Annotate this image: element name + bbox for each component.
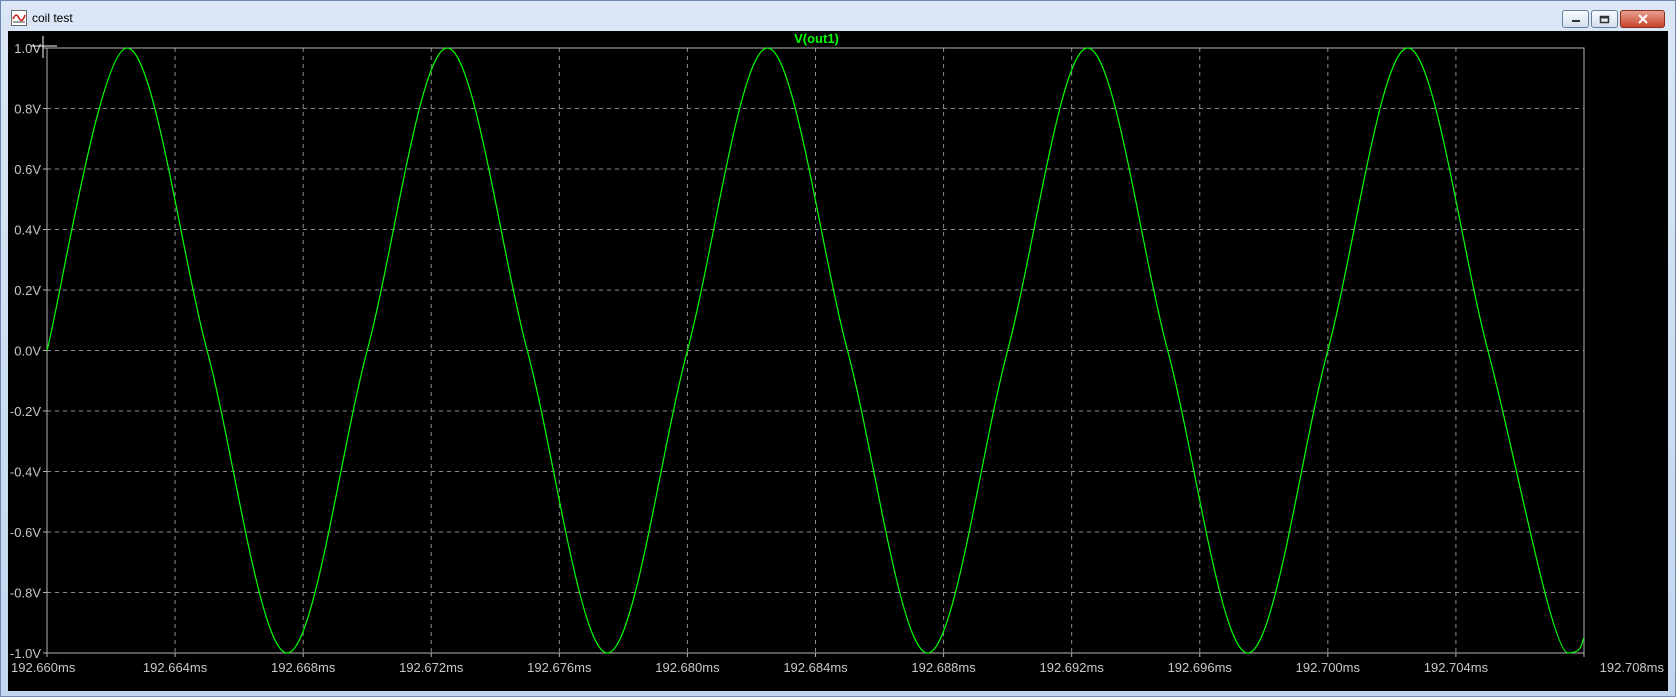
x-tick-label: 192.700ms [1296, 660, 1361, 675]
y-tick-label: 0.8V [14, 102, 41, 117]
x-tick-label: 192.664ms [143, 660, 208, 675]
restore-icon [1599, 15, 1610, 23]
x-tick-label: 192.692ms [1040, 660, 1105, 675]
x-tick-label: 192.668ms [271, 660, 336, 675]
y-tick-label: 0.2V [14, 283, 41, 298]
waveform-window: coil test 1.0V 0.8V 0.6V 0.4V 0.2V 0.0V -0.2V -… [0, 0, 1676, 697]
y-tick-label: 0.4V [14, 223, 41, 238]
y-tick-label: -0.6V [10, 525, 41, 540]
chart-title[interactable]: V(out1) [794, 31, 839, 46]
minimize-button[interactable] [1562, 10, 1589, 28]
close-icon [1637, 14, 1648, 24]
x-axis: 192.660ms 192.664ms 192.668ms 192.672ms 192.… [11, 653, 1664, 675]
restore-button[interactable] [1591, 10, 1618, 28]
minimize-icon [1571, 20, 1580, 22]
y-tick-label: 0.0V [14, 344, 41, 359]
y-tick-label: -0.4V [10, 465, 41, 480]
x-tick-label: 192.688ms [911, 660, 976, 675]
y-tick-label: -1.0V [10, 646, 41, 661]
y-tick-label: 0.6V [14, 162, 41, 177]
x-tick-label: 192.672ms [399, 660, 464, 675]
y-tick-label: -0.2V [10, 404, 41, 419]
x-tick-label: 192.676ms [527, 660, 592, 675]
x-tick-label: 192.660ms [11, 660, 76, 675]
y-tick-label: 1.0V [14, 41, 41, 56]
x-tick-label: 192.704ms [1424, 660, 1489, 675]
x-tick-label: 192.708ms [1600, 660, 1665, 675]
close-button[interactable] [1620, 10, 1665, 28]
waveform-icon [11, 10, 27, 26]
y-axis: 1.0V 0.8V 0.6V 0.4V 0.2V 0.0V -0.2V -0.4V -0.6V -… [10, 41, 47, 661]
x-tick-label: 192.684ms [783, 660, 848, 675]
grid [47, 48, 1584, 653]
plot-pane[interactable]: 1.0V 0.8V 0.6V 0.4V 0.2V 0.0V -0.2V -0.4V -0.6V -… [8, 31, 1668, 691]
y-tick-label: -0.8V [10, 586, 41, 601]
x-tick-label: 192.696ms [1168, 660, 1233, 675]
window-title: coil test [32, 11, 73, 25]
waveform-chart[interactable]: 1.0V 0.8V 0.6V 0.4V 0.2V 0.0V -0.2V -0.4V -0.6V -… [8, 31, 1668, 691]
x-tick-label: 192.680ms [655, 660, 720, 675]
title-bar[interactable]: coil test [1, 1, 1675, 35]
